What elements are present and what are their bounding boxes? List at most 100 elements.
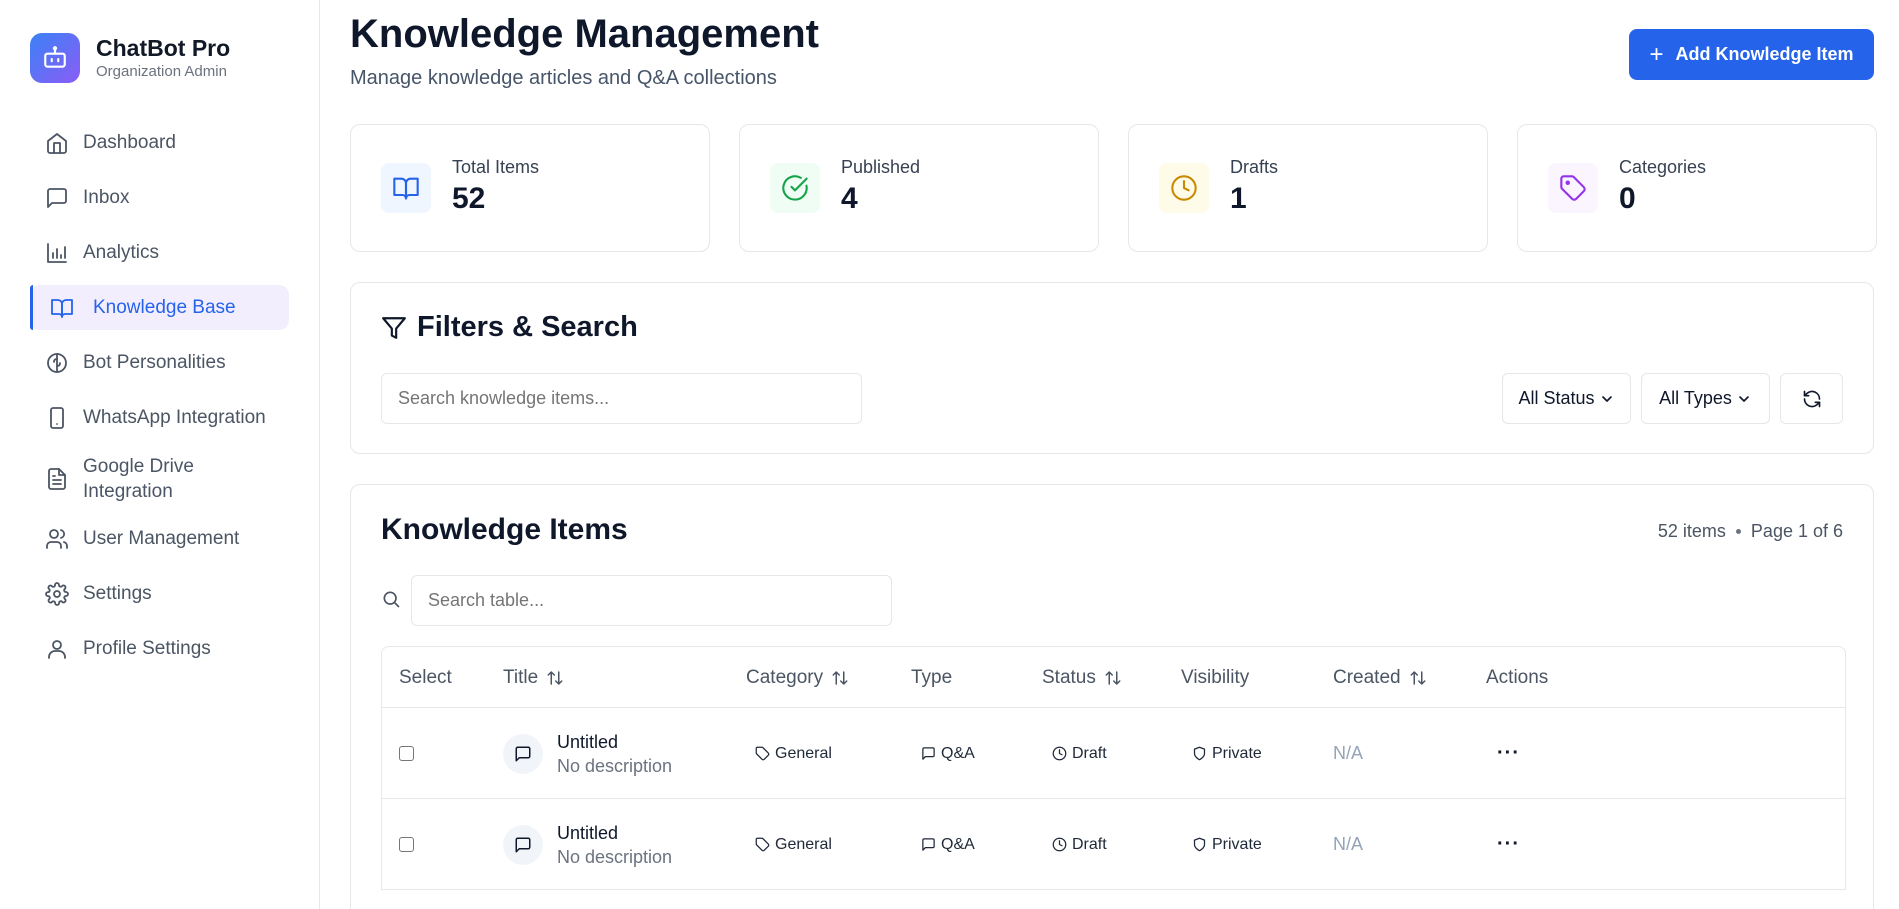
- add-button-label: Add Knowledge Item: [1675, 44, 1854, 64]
- table-header: Select Title Category Type Status Visibi…: [382, 647, 1845, 708]
- column-label: Title: [503, 666, 539, 688]
- type-badge: Q&A: [921, 836, 975, 854]
- table-row[interactable]: Untitled No description General Q&A Draf…: [382, 799, 1845, 890]
- status-cell: Draft: [1052, 708, 1107, 799]
- items-title: Knowledge Items: [381, 513, 628, 546]
- sidebar-item-knowledge-base[interactable]: Knowledge Base: [30, 285, 289, 330]
- sidebar-item-label: Analytics: [83, 242, 160, 263]
- created-value: N/A: [1333, 743, 1364, 763]
- stat-value: 4: [841, 182, 858, 215]
- shield-icon: [1192, 837, 1207, 852]
- type-cell: Q&A: [921, 799, 975, 890]
- sidebar-item-user-management[interactable]: User Management: [30, 516, 289, 561]
- stat-label: Total Items: [452, 157, 540, 177]
- row-checkbox[interactable]: [399, 746, 414, 761]
- sidebar-item-profile-settings[interactable]: Profile Settings: [30, 626, 289, 671]
- stat-card-published: Published 4: [739, 124, 1099, 252]
- table-search-input[interactable]: [411, 575, 892, 626]
- column-label: Category: [746, 666, 824, 688]
- type-badge: Q&A: [921, 745, 975, 763]
- item-description: No description: [557, 846, 673, 867]
- filters-title-text: Filters & Search: [417, 311, 638, 343]
- column-header-select: Select: [399, 647, 452, 708]
- sidebar-item-google-drive-integration[interactable]: Google Drive Integration: [30, 450, 289, 508]
- sidebar-item-label: Settings: [83, 583, 152, 604]
- row-checkbox[interactable]: [399, 837, 414, 852]
- column-header-created[interactable]: Created: [1333, 647, 1427, 708]
- filters-title: Filters & Search: [381, 311, 638, 344]
- check-circle-icon: [770, 163, 820, 213]
- item-title[interactable]: Untitled: [557, 821, 672, 845]
- category-cell: General: [755, 708, 832, 799]
- column-header-title[interactable]: Title: [503, 647, 564, 708]
- category-badge: General: [755, 836, 832, 854]
- status-badge: Draft: [1052, 745, 1107, 763]
- status-cell: Draft: [1052, 799, 1107, 890]
- knowledge-items-card: Knowledge Items 52 items Page 1 of 6 Sel…: [350, 484, 1874, 909]
- stat-value: 52: [452, 182, 486, 215]
- knowledge-table: Select Title Category Type Status Visibi…: [381, 646, 1846, 890]
- sort-icon: [1409, 669, 1427, 687]
- knowledge-search-input[interactable]: [381, 373, 862, 424]
- stat-value: 0: [1619, 182, 1636, 215]
- users-icon: [45, 527, 69, 551]
- sidebar-item-whatsapp-integration[interactable]: WhatsApp Integration: [30, 395, 289, 440]
- status-label: Draft: [1072, 835, 1107, 853]
- sort-icon: [831, 669, 849, 687]
- sidebar-item-bot-personalities[interactable]: Bot Personalities: [30, 340, 289, 385]
- chevron-down-icon: [1736, 391, 1752, 407]
- items-count: 52 items: [1657, 521, 1726, 541]
- column-header-status[interactable]: Status: [1042, 647, 1122, 708]
- page-title: Knowledge Management: [350, 12, 819, 56]
- stat-label: Published: [841, 157, 921, 177]
- status-select[interactable]: All Status: [1502, 373, 1631, 424]
- plus-icon: +: [1649, 40, 1664, 68]
- visibility-badge: Private: [1192, 745, 1262, 763]
- table-row[interactable]: Untitled No description General Q&A Draf…: [382, 708, 1845, 799]
- sidebar-item-label: Google Drive Integration: [83, 456, 194, 502]
- sidebar-item-label: Bot Personalities: [83, 352, 226, 373]
- stat-card-drafts: Drafts 1: [1128, 124, 1488, 252]
- search-icon: [381, 589, 401, 609]
- sidebar-item-inbox[interactable]: Inbox: [30, 175, 289, 220]
- bar-chart-icon: [45, 241, 69, 265]
- book-open-icon: [50, 296, 74, 320]
- sidebar-item-settings[interactable]: Settings: [30, 571, 289, 616]
- brand[interactable]: ChatBot Pro Organization Admin: [30, 33, 230, 83]
- row-select-cell: [399, 799, 414, 890]
- visibility-label: Private: [1212, 744, 1262, 762]
- filter-icon: [381, 315, 407, 341]
- sort-icon: [1104, 669, 1122, 687]
- stat-label: Categories: [1619, 157, 1707, 177]
- message-square-icon: [921, 746, 936, 761]
- message-square-icon: [921, 837, 936, 852]
- column-header-type: Type: [911, 647, 952, 708]
- sidebar-nav: Dashboard Inbox Analytics Knowledge Base…: [30, 120, 289, 681]
- sidebar-item-analytics[interactable]: Analytics: [30, 230, 289, 275]
- stat-label: Drafts: [1230, 157, 1279, 177]
- category-label: General: [775, 744, 832, 762]
- add-knowledge-item-button[interactable]: + Add Knowledge Item: [1629, 29, 1874, 80]
- refresh-button[interactable]: [1780, 373, 1843, 424]
- visibility-cell: Private: [1192, 799, 1262, 890]
- column-header-category[interactable]: Category: [746, 647, 849, 708]
- type-select[interactable]: All Types: [1641, 373, 1770, 424]
- more-actions-icon[interactable]: ···: [1497, 742, 1520, 765]
- category-badge: General: [755, 745, 832, 763]
- column-header-visibility: Visibility: [1181, 647, 1249, 708]
- user-icon: [45, 637, 69, 661]
- shield-icon: [1192, 746, 1207, 761]
- created-value: N/A: [1333, 834, 1364, 854]
- page-indicator: Page 1 of 6: [1750, 521, 1843, 541]
- chevron-down-icon: [1599, 391, 1615, 407]
- row-select-cell: [399, 708, 414, 799]
- sidebar-item-dashboard[interactable]: Dashboard: [30, 120, 289, 165]
- message-square-icon: [45, 186, 69, 210]
- bot-icon: [30, 33, 80, 83]
- tag-icon: [755, 837, 770, 852]
- sidebar-item-label: WhatsApp Integration: [83, 407, 266, 428]
- more-actions-icon[interactable]: ···: [1497, 833, 1520, 856]
- message-square-icon: [503, 733, 543, 774]
- column-label: Created: [1333, 666, 1401, 688]
- item-title[interactable]: Untitled: [557, 730, 672, 754]
